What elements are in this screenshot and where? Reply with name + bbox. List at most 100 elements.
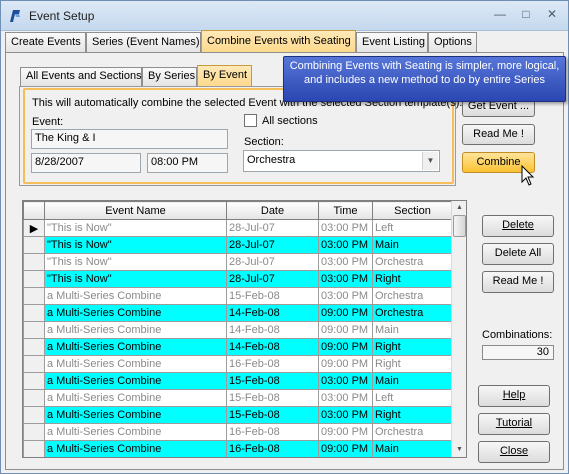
date-cell[interactable]: 28-Jul-07 (226, 236, 319, 254)
event-name-cell[interactable]: a Multi-Series Combine (44, 338, 227, 356)
column-header-date[interactable]: Date (226, 201, 319, 220)
read-me-button[interactable]: Read Me ! (482, 271, 554, 293)
row-indicator[interactable] (23, 270, 45, 288)
time-cell[interactable]: 03:00 PM (318, 236, 373, 254)
section-cell[interactable]: Main (372, 236, 453, 254)
row-indicator[interactable] (23, 321, 45, 339)
current-row-arrow-icon[interactable]: ▶ (23, 219, 45, 237)
tab-options[interactable]: Options (428, 32, 477, 52)
date-cell[interactable]: 28-Jul-07 (226, 270, 319, 288)
time-cell[interactable]: 03:00 PM (318, 270, 373, 288)
row-indicator[interactable] (23, 253, 45, 271)
tab-series-event-names[interactable]: Series (Event Names) (86, 32, 201, 52)
table-row[interactable]: "This is Now" 28-Jul-07 03:00 PM Right (23, 270, 453, 288)
row-indicator[interactable] (23, 236, 45, 254)
date-cell[interactable]: 15-Feb-08 (226, 372, 319, 390)
scroll-thumb[interactable] (453, 215, 466, 237)
tab-create-events[interactable]: Create Events (5, 32, 86, 52)
date-cell[interactable]: 16-Feb-08 (226, 440, 319, 457)
row-indicator[interactable] (23, 389, 45, 407)
time-cell[interactable]: 09:00 PM (318, 304, 373, 322)
time-cell[interactable]: 09:00 PM (318, 321, 373, 339)
section-cell[interactable]: Main (372, 372, 453, 390)
column-header-time[interactable]: Time (318, 201, 373, 220)
date-cell[interactable]: 14-Feb-08 (226, 304, 319, 322)
date-cell[interactable]: 16-Feb-08 (226, 355, 319, 373)
date-cell[interactable]: 16-Feb-08 (226, 423, 319, 441)
event-name-cell[interactable]: "This is Now" (44, 236, 227, 254)
date-cell[interactable]: 15-Feb-08 (226, 389, 319, 407)
event-name-cell[interactable]: a Multi-Series Combine (44, 372, 227, 390)
scroll-down-icon[interactable]: ▼ (452, 443, 466, 457)
table-row[interactable]: a Multi-Series Combine 14-Feb-08 09:00 PM M… (23, 321, 453, 339)
time-cell[interactable]: 03:00 PM (318, 219, 373, 237)
date-cell[interactable]: 28-Jul-07 (226, 219, 319, 237)
tab-event-listing[interactable]: Event Listing (356, 32, 428, 52)
tutorial-button[interactable]: Tutorial (478, 413, 550, 435)
row-indicator[interactable] (23, 338, 45, 356)
event-name-cell[interactable]: a Multi-Series Combine (44, 355, 227, 373)
table-row[interactable]: a Multi-Series Combine 16-Feb-08 09:00 PM M… (23, 440, 453, 457)
time-cell[interactable]: 03:00 PM (318, 287, 373, 305)
table-row[interactable]: a Multi-Series Combine 16-Feb-08 09:00 PM O… (23, 423, 453, 441)
section-cell[interactable]: Left (372, 219, 453, 237)
table-row[interactable]: a Multi-Series Combine 16-Feb-08 09:00 PM R… (23, 355, 453, 373)
section-cell[interactable]: Right (372, 270, 453, 288)
minimize-icon[interactable]: — (489, 5, 511, 23)
row-indicator[interactable] (23, 287, 45, 305)
grid-scrollbar[interactable]: ▲ ▼ (451, 201, 466, 457)
row-indicator[interactable] (23, 372, 45, 390)
time-cell[interactable]: 03:00 PM (318, 389, 373, 407)
delete-button[interactable]: Delete (482, 215, 554, 237)
row-indicator[interactable] (23, 440, 45, 457)
section-cell[interactable]: Main (372, 440, 453, 457)
event-name-field[interactable]: The King & I (31, 129, 228, 149)
row-indicator[interactable] (23, 406, 45, 424)
date-cell[interactable]: 14-Feb-08 (226, 321, 319, 339)
date-cell[interactable]: 14-Feb-08 (226, 338, 319, 356)
maximize-icon[interactable]: □ (515, 5, 537, 23)
event-name-cell[interactable]: a Multi-Series Combine (44, 287, 227, 305)
table-row[interactable]: a Multi-Series Combine 14-Feb-08 09:00 PM R… (23, 338, 453, 356)
event-date-field[interactable]: 8/28/2007 (31, 153, 141, 173)
event-name-cell[interactable]: a Multi-Series Combine (44, 304, 227, 322)
table-row[interactable]: "This is Now" 28-Jul-07 03:00 PM Orchestra (23, 253, 453, 271)
section-cell[interactable]: Orchestra (372, 253, 453, 271)
event-name-cell[interactable]: "This is Now" (44, 219, 227, 237)
table-row[interactable]: a Multi-Series Combine 15-Feb-08 03:00 PM L… (23, 389, 453, 407)
column-header-event-name[interactable]: Event Name (44, 201, 227, 220)
table-row[interactable]: ▶ "This is Now" 28-Jul-07 03:00 PM Left (23, 219, 453, 237)
event-name-cell[interactable]: "This is Now" (44, 270, 227, 288)
row-indicator[interactable] (23, 355, 45, 373)
time-cell[interactable]: 09:00 PM (318, 338, 373, 356)
close-button[interactable]: Close (478, 441, 550, 463)
subtab-by-event[interactable]: By Event (197, 65, 252, 86)
section-cell[interactable]: Right (372, 406, 453, 424)
table-row[interactable]: a Multi-Series Combine 15-Feb-08 03:00 PM O… (23, 287, 453, 305)
table-row[interactable]: a Multi-Series Combine 15-Feb-08 03:00 PM R… (23, 406, 453, 424)
time-cell[interactable]: 09:00 PM (318, 440, 373, 457)
section-cell[interactable]: Right (372, 338, 453, 356)
chevron-down-icon[interactable]: ▼ (422, 152, 438, 170)
event-name-cell[interactable]: a Multi-Series Combine (44, 423, 227, 441)
row-indicator[interactable] (23, 423, 45, 441)
section-cell[interactable]: Orchestra (372, 304, 453, 322)
time-cell[interactable]: 03:00 PM (318, 253, 373, 271)
event-name-cell[interactable]: "This is Now" (44, 253, 227, 271)
event-name-cell[interactable]: a Multi-Series Combine (44, 440, 227, 457)
all-sections-checkbox[interactable] (244, 114, 257, 127)
section-cell[interactable]: Orchestra (372, 423, 453, 441)
read-me-panel-button[interactable]: Read Me ! (462, 124, 535, 145)
time-cell[interactable]: 09:00 PM (318, 355, 373, 373)
delete-all-button[interactable]: Delete All (482, 243, 554, 265)
table-row[interactable]: "This is Now" 28-Jul-07 03:00 PM Main (23, 236, 453, 254)
column-header-section[interactable]: Section (372, 201, 453, 220)
section-cell[interactable]: Orchestra (372, 287, 453, 305)
section-cell[interactable]: Main (372, 321, 453, 339)
date-cell[interactable]: 15-Feb-08 (226, 287, 319, 305)
row-indicator[interactable] (23, 304, 45, 322)
date-cell[interactable]: 28-Jul-07 (226, 253, 319, 271)
event-name-cell[interactable]: a Multi-Series Combine (44, 406, 227, 424)
table-row[interactable]: a Multi-Series Combine 15-Feb-08 03:00 PM M… (23, 372, 453, 390)
table-row[interactable]: a Multi-Series Combine 14-Feb-08 09:00 PM O… (23, 304, 453, 322)
